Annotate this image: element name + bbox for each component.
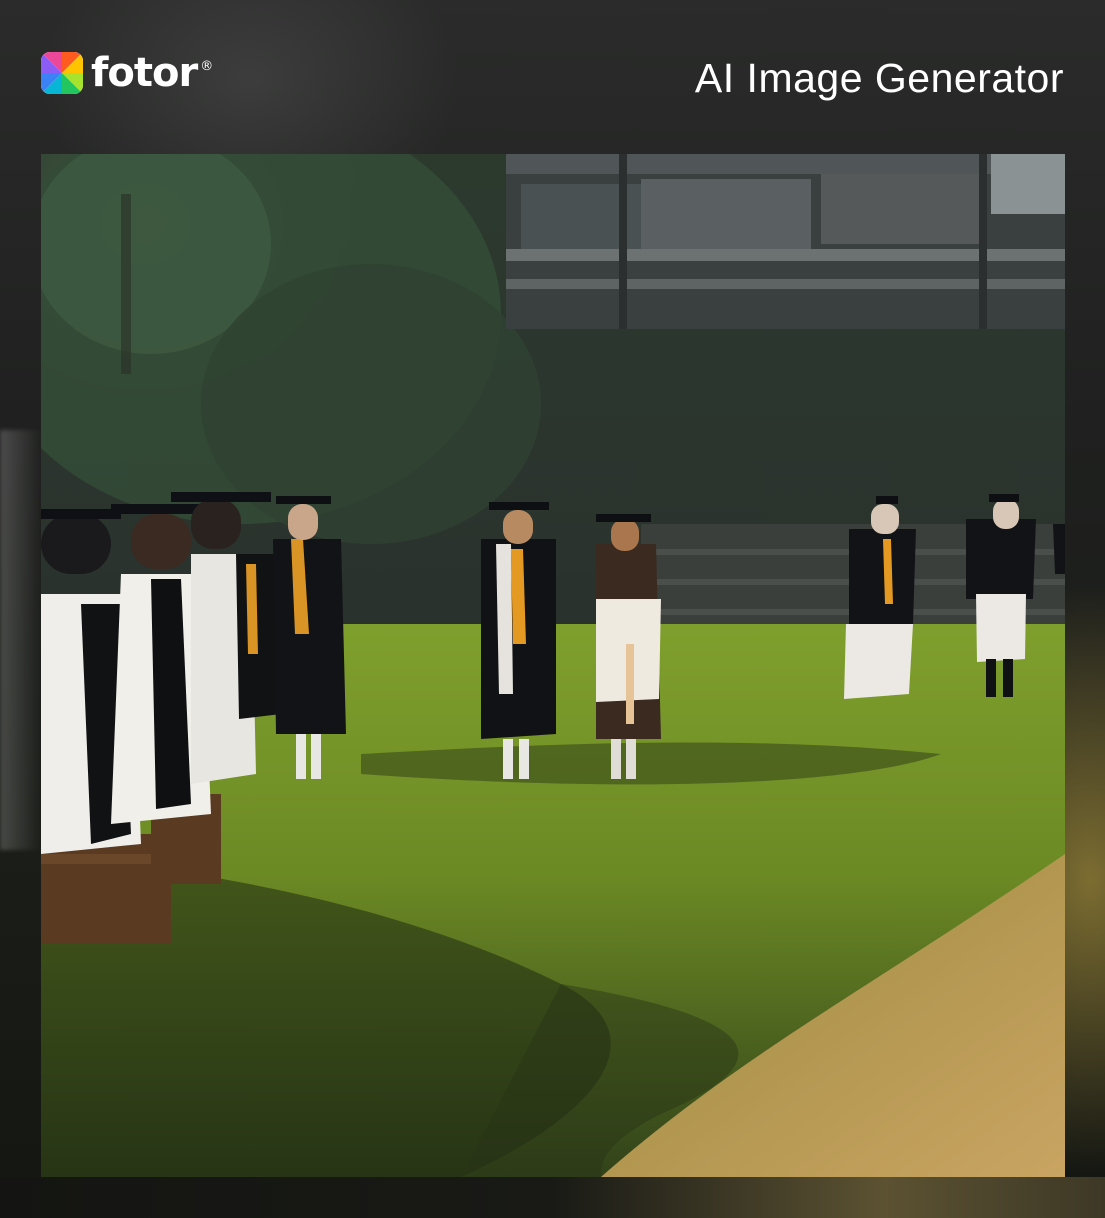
graduation-scene-illustration xyxy=(41,154,1065,1177)
color-wheel-icon xyxy=(41,52,83,94)
backdrop-bottom-strip xyxy=(0,1177,1105,1218)
page-title: AI Image Generator xyxy=(694,55,1064,101)
registered-mark: ® xyxy=(200,59,214,74)
brand-name: fotor xyxy=(91,50,198,96)
brand-logo: fotor ® xyxy=(41,50,213,96)
backdrop-figure-blur xyxy=(0,430,42,850)
brand-wordmark: fotor ® xyxy=(91,50,213,96)
generated-image xyxy=(41,154,1065,1177)
